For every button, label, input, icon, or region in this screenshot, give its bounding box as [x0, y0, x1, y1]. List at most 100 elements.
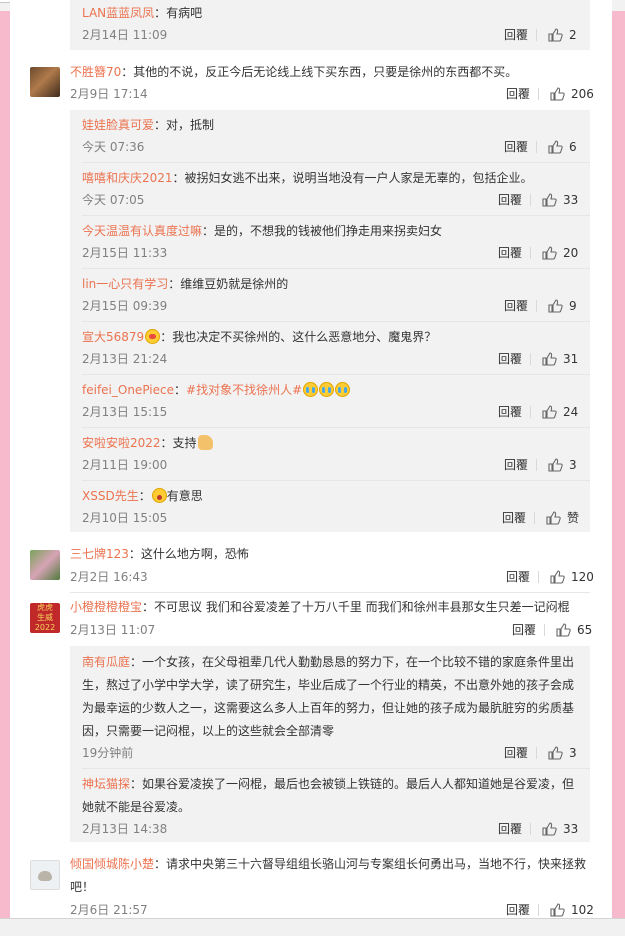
comment-time: 19分钟前: [82, 746, 134, 760]
separator: [538, 571, 539, 583]
list-item: 今天温温有认真度过嘛：是的，不想我的钱被他们挣走用来拐卖妇女: [82, 221, 442, 241]
username-link[interactable]: 三七牌123: [70, 547, 129, 561]
comment-time: 2月10日 15:05: [82, 511, 168, 525]
username-link[interactable]: LAN蓝蓝凤凤: [82, 6, 154, 20]
username-link[interactable]: 神坛猫探: [82, 777, 130, 791]
comment-text: ：如果谷爱凌挨了一闷棍，最后也会被锁上铁链的。最后人人都知道她是谷爱凌，但: [130, 777, 575, 791]
separator: [536, 300, 537, 312]
divider: [82, 321, 590, 322]
comment-text: ：我也决定不买徐州的、这什么恶意地分、魔鬼界？: [160, 330, 437, 344]
divider: [82, 374, 590, 375]
comment-text: ：其他的不说，反正今后无论线上线下买东西，只要是徐州的东西都不买。: [121, 65, 518, 79]
thumbs-up-emoji-icon: [197, 435, 213, 450]
reply-button[interactable]: 回覆: [498, 404, 522, 420]
separator: [538, 88, 539, 100]
comment-text: ：请求中央第三十六督导组组长骆山河与专案组长何勇出马，当地不行，快来拯救: [154, 857, 587, 871]
reply-button[interactable]: 回覆: [498, 192, 522, 208]
thumbs-up-icon: [548, 299, 563, 313]
reply-button[interactable]: 回覆: [506, 902, 530, 918]
crying-emoji-icon: [319, 382, 335, 397]
thumbs-up-icon: [542, 822, 557, 836]
reply-button[interactable]: 回覆: [504, 745, 528, 761]
thumbs-up-icon: [550, 87, 565, 101]
avatar-text: 虎虎: [37, 603, 53, 612]
username-link[interactable]: 不胜簪70: [70, 65, 121, 79]
like-count: 24: [563, 405, 579, 419]
avatar[interactable]: [30, 67, 60, 97]
reply-button[interactable]: 回覆: [504, 27, 528, 43]
username-link[interactable]: feifei_OnePiece: [82, 383, 174, 397]
comment-text: 吧！: [70, 880, 95, 894]
shocked-emoji-icon: [151, 488, 167, 503]
thumbs-up-icon: [542, 193, 557, 207]
separator: [536, 747, 537, 759]
reply-button[interactable]: 回覆: [506, 86, 530, 102]
list-item: 安啦安啦2022：支持: [82, 433, 213, 453]
avatar[interactable]: [30, 860, 60, 890]
like-count: 9: [569, 299, 577, 313]
comment-item: 小橙橙橙橙宝：不可思议 我们和谷爱凌差了十万八千里 而我们和徐州丰县那女生只差一…: [70, 597, 570, 617]
list-item: 南有瓜庭：一个女孩，在父母祖辈几代人勤勤恳恳的努力下，在一个比较不错的家庭条件里…: [82, 652, 574, 672]
comment-text: ：: [174, 383, 187, 397]
avatar[interactable]: [30, 550, 60, 580]
avatar[interactable]: 虎虎 生威 2022: [30, 603, 60, 633]
crying-emoji-icon: [335, 382, 351, 397]
like-count: 206: [571, 87, 594, 101]
username-link[interactable]: 小橙橙橙橙宝: [70, 600, 142, 614]
username-link[interactable]: 宣大56879: [82, 330, 144, 344]
separator: [530, 406, 531, 418]
separator: [544, 624, 545, 636]
comment-time: 今天 07:36: [82, 140, 145, 154]
thumbs-up-icon: [542, 246, 557, 260]
comment-item: 倾国倾城陈小楚：请求中央第三十六督导组组长骆山河与专案组长何勇出马，当地不行，快…: [70, 854, 586, 874]
list-item: lin一心只有学习：维维豆奶就是徐州的: [82, 274, 288, 294]
divider: [82, 162, 590, 163]
username-link[interactable]: 倾国倾城陈小楚: [70, 857, 154, 871]
hashtag-link[interactable]: #找对象不找徐州人#: [186, 383, 302, 397]
username-link[interactable]: 今天温温有认真度过嘛: [82, 224, 202, 238]
like-count: 33: [563, 193, 579, 207]
reply-button[interactable]: 回覆: [498, 245, 522, 261]
cat-icon: [38, 871, 52, 881]
comment-time: 2月15日 09:39: [82, 299, 168, 313]
thumbs-up-icon: [542, 405, 557, 419]
like-count: 6: [569, 140, 577, 154]
browser-bottom-strip: [0, 918, 625, 936]
reply-button[interactable]: 回覆: [504, 139, 528, 155]
divider: [82, 215, 590, 216]
username-link[interactable]: 娃娃脸真可爱: [82, 118, 154, 132]
list-item: 嘻嘻和庆庆2021：被拐妇女逃不出来，说明当地没有一户人家是无辜的，包括企业。: [82, 168, 533, 188]
reply-button[interactable]: 回覆: [512, 622, 536, 638]
comment-item: 三七牌123：这什么地方啊，恐怖: [70, 544, 249, 564]
comment-text: ：是的，不想我的钱被他们挣走用来拐卖妇女: [202, 224, 443, 238]
separator: [536, 29, 537, 41]
like-count: 3: [569, 746, 577, 760]
comment-panel: LAN蓝蓝凤凤：有病吧 2月14日 11:09 回覆 2 不胜簪70：其他的不说…: [10, 0, 612, 918]
comment-time: 2月15日 11:33: [82, 246, 168, 260]
divider: [82, 480, 590, 481]
thumbs-up-icon: [548, 28, 563, 42]
comment-text: ：对，抵制: [154, 118, 215, 132]
separator: [536, 141, 537, 153]
comment-time: 2月6日 21:57: [70, 903, 148, 917]
like-count: 102: [571, 903, 594, 917]
reply-button[interactable]: 回覆: [504, 298, 528, 314]
comment-text: 有意思: [166, 489, 203, 503]
username-link[interactable]: 安啦安啦2022: [82, 436, 161, 450]
list-item: 宣大56879 ：我也决定不买徐州的、这什么恶意地分、魔鬼界？: [82, 327, 436, 347]
separator: [538, 904, 539, 916]
reply-button[interactable]: 回覆: [504, 457, 528, 473]
reply-button[interactable]: 回覆: [498, 351, 522, 367]
username-link[interactable]: XSSD先生: [82, 489, 139, 503]
reply-button[interactable]: 回覆: [506, 569, 530, 585]
username-link[interactable]: 南有瓜庭: [82, 655, 130, 669]
like-count: 33: [563, 822, 579, 836]
reply-button[interactable]: 回覆: [502, 510, 526, 526]
username-link[interactable]: 嘻嘻和庆庆2021: [82, 171, 173, 185]
list-item: feifei_OnePiece：#找对象不找徐州人#: [82, 380, 351, 400]
username-link[interactable]: lin一心只有学习: [82, 277, 168, 291]
comment-text: ：被拐妇女逃不出来，说明当地没有一户人家是无辜的，包括企业。: [172, 171, 533, 185]
thumbs-up-icon: [550, 570, 565, 584]
like-count: 2: [569, 28, 577, 42]
reply-button[interactable]: 回覆: [498, 821, 522, 837]
